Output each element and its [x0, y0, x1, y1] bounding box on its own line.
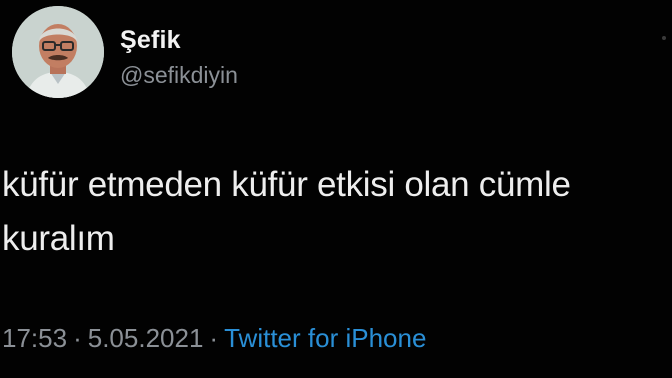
tweet-source-link[interactable]: Twitter for iPhone: [224, 323, 426, 353]
avatar-illustration: [12, 6, 104, 98]
tweet-date[interactable]: 5.05.2021: [88, 323, 204, 353]
tweet-metadata: 17:53 · 5.05.2021 · Twitter for iPhone: [2, 323, 426, 354]
tweet-time[interactable]: 17:53: [2, 323, 67, 353]
display-name[interactable]: Şefik: [120, 26, 181, 55]
meta-separator: ·: [73, 323, 82, 353]
tweet-text: küfür etmeden küfür etkisi olan cümle ku…: [2, 165, 571, 258]
more-dot-icon[interactable]: [662, 36, 666, 40]
user-handle[interactable]: @sefikdiyin: [120, 62, 238, 89]
avatar[interactable]: [12, 6, 104, 98]
meta-separator: ·: [209, 323, 219, 353]
tweet-card: Şefik @sefikdiyin küfür etmeden küfür et…: [0, 0, 672, 378]
